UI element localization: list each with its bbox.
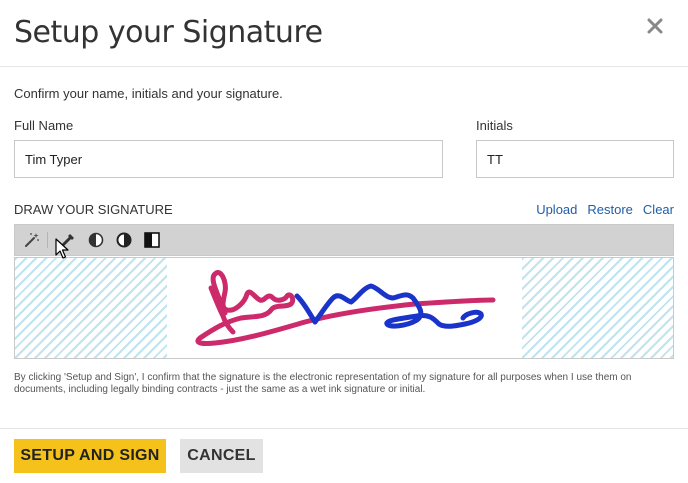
signature-dialog: Setup your Signature Confirm your name, …: [0, 0, 688, 482]
dialog-footer: SETUP AND SIGN CANCEL: [0, 428, 688, 483]
upload-link[interactable]: Upload: [536, 202, 577, 217]
close-icon[interactable]: [644, 15, 666, 37]
dialog-header: Setup your Signature: [0, 0, 688, 67]
signature-actions: Upload Restore Clear: [526, 202, 674, 217]
setup-and-sign-button[interactable]: SETUP AND SIGN: [14, 439, 166, 473]
draw-signature-heading: DRAW YOUR SIGNATURE: [14, 202, 173, 217]
dialog-title: Setup your Signature: [14, 15, 323, 50]
pen-icon[interactable]: [59, 231, 77, 249]
intro-text: Confirm your name, initials and your sig…: [14, 86, 283, 101]
signature-toolbar: [14, 224, 674, 256]
signature-canvas[interactable]: [14, 257, 674, 359]
initials-input[interactable]: [476, 140, 674, 178]
toolbar-divider: [47, 232, 48, 248]
contrast-low-icon[interactable]: [87, 231, 105, 249]
restore-link[interactable]: Restore: [587, 202, 633, 217]
signature-stroke-primary: [195, 270, 496, 346]
cancel-button[interactable]: CANCEL: [180, 439, 263, 473]
initials-label: Initials: [476, 118, 513, 133]
legal-disclaimer: By clicking 'Setup and Sign', I confirm …: [14, 372, 632, 395]
contrast-toggle-icon[interactable]: [143, 231, 161, 249]
contrast-high-icon[interactable]: [115, 231, 133, 249]
full-name-input[interactable]: [14, 140, 443, 178]
full-name-label: Full Name: [14, 118, 74, 133]
magic-wand-icon[interactable]: [23, 231, 41, 249]
signature-drawing: [195, 270, 496, 346]
clear-link[interactable]: Clear: [643, 202, 674, 217]
